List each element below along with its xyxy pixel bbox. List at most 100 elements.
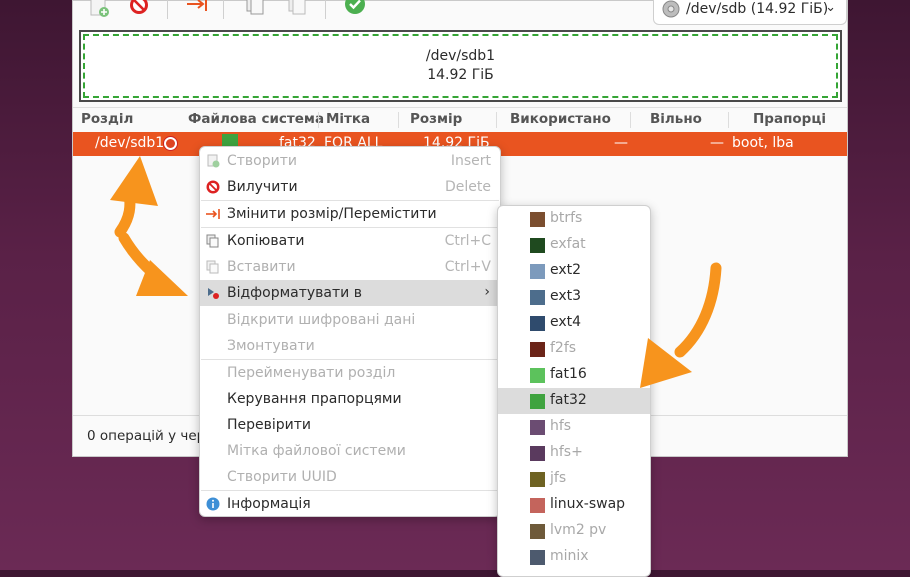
fs-color-swatch (530, 420, 545, 435)
toolbar: /dev/sdb (14.92 ГіБ) ⌄ (73, 0, 847, 29)
fs-color-swatch (530, 238, 545, 253)
menu-item-open-encryption[interactable]: Відкрити шифровані дані (200, 307, 500, 333)
menu-item-new-uuid[interactable]: Створити UUID (200, 464, 500, 490)
status-text: 0 операцій у черзі (87, 428, 217, 444)
col-header-filesystem[interactable]: Файлова система (188, 111, 324, 127)
format-option-label: ext4 (550, 314, 582, 330)
format-option-fat32[interactable]: fat32 (498, 388, 650, 414)
cell-partition: /dev/sdb1 (95, 135, 165, 151)
new-partition-icon[interactable] (87, 0, 111, 19)
col-header-label[interactable]: Мітка (326, 111, 370, 127)
fs-color-swatch (530, 446, 545, 461)
paste-icon[interactable] (285, 0, 309, 19)
menu-item-rename-partition[interactable]: Перейменувати розділ (200, 360, 500, 386)
format-icon (208, 288, 219, 299)
toolbar-separator (223, 0, 224, 19)
fs-color-swatch (530, 550, 545, 565)
cell-flags: boot, lba (732, 135, 794, 151)
col-header-used[interactable]: Використано (510, 111, 611, 127)
menu-item-label: Створити (227, 153, 297, 169)
menu-item-shortcut: Insert (450, 153, 491, 169)
partition-block[interactable]: /dev/sdb1 14.92 ГіБ (83, 34, 838, 98)
format-option-linux-swap[interactable]: linux-swap (498, 492, 650, 518)
copy-icon[interactable] (243, 0, 267, 19)
menu-item-delete[interactable]: Вилучити Delete (200, 174, 500, 200)
format-submenu: btrfs exfat ext2 ext3 ext4 f2fs fat16 fa… (497, 205, 651, 577)
chevron-right-icon: › (484, 284, 490, 300)
col-divider (398, 112, 399, 128)
fs-color-swatch (530, 472, 545, 487)
fs-color-swatch (530, 342, 545, 357)
format-option-label: fat16 (550, 366, 587, 382)
fs-color-swatch (530, 498, 545, 513)
format-option-label: linux-swap (550, 496, 626, 512)
paste-icon (206, 260, 219, 274)
fs-color-swatch (530, 368, 545, 383)
format-option-hfs[interactable]: hfs (498, 414, 650, 440)
partition-map-size: 14.92 ГіБ (427, 67, 494, 83)
col-header-partition[interactable]: Розділ (81, 111, 133, 127)
fs-color-swatch (530, 316, 545, 331)
menu-item-label: Створити UUID (227, 469, 337, 485)
context-menu: Створити Insert Вилучити Delete Змінити … (199, 146, 501, 517)
menu-item-label: Змінити розмір/Перемістити (227, 206, 437, 222)
cell-free: — (710, 135, 724, 151)
col-header-free[interactable]: Вільно (650, 111, 702, 127)
warning-icon (163, 136, 178, 151)
format-option-exfat[interactable]: exfat (498, 232, 650, 258)
menu-item-copy[interactable]: Копіювати Ctrl+C (200, 228, 500, 254)
fs-color-swatch (530, 212, 545, 227)
format-option-ext2[interactable]: ext2 (498, 258, 650, 284)
annotation-arrow-down-left-icon (640, 262, 722, 388)
format-option-label: hfs (550, 418, 572, 434)
fs-color-swatch (530, 264, 545, 279)
menu-item-shortcut: Ctrl+V (444, 259, 491, 275)
menu-item-resize-move[interactable]: Змінити розмір/Перемістити (200, 201, 500, 227)
format-option-minix[interactable]: minix (498, 544, 650, 570)
format-option-label: lvm2 pv (550, 522, 607, 538)
format-option-ext4[interactable]: ext4 (498, 310, 650, 336)
disk-icon (662, 0, 680, 18)
menu-item-label: Копіювати (227, 233, 305, 249)
format-option-fat16[interactable]: fat16 (498, 362, 650, 388)
apply-icon[interactable] (343, 0, 367, 19)
format-option-jfs[interactable]: jfs (498, 466, 650, 492)
menu-item-manage-flags[interactable]: Керування прапорцями (200, 386, 500, 412)
menu-item-label: Вставити (227, 259, 296, 275)
partition-map[interactable]: /dev/sdb1 14.92 ГіБ (79, 30, 842, 102)
menu-item-check[interactable]: Перевірити (200, 412, 500, 438)
partition-map-name: /dev/sdb1 (425, 48, 496, 64)
format-option-label: exfat (550, 236, 586, 252)
menu-item-label: Змонтувати (227, 338, 315, 354)
menu-item-format-to[interactable]: Відформатувати в › (200, 280, 500, 306)
format-option-label: btrfs (550, 210, 583, 226)
menu-item-label: Відформатувати в (227, 285, 362, 301)
menu-item-information[interactable]: Інформація (200, 491, 500, 517)
format-option-f2fs[interactable]: f2fs (498, 336, 650, 362)
menu-item-label: Інформація (227, 496, 311, 512)
menu-item-label: Вилучити (227, 179, 298, 195)
device-selector[interactable]: /dev/sdb (14.92 ГіБ) ⌄ (653, 0, 847, 25)
delete-icon[interactable] (127, 0, 151, 19)
new-partition-icon (207, 154, 220, 168)
fs-color-swatch (530, 290, 545, 305)
menu-item-paste[interactable]: Вставити Ctrl+V (200, 254, 500, 280)
menu-item-mount[interactable]: Змонтувати (200, 333, 500, 359)
cell-used: — (614, 135, 628, 151)
menu-item-create[interactable]: Створити Insert (200, 148, 500, 174)
format-option-label: minix (550, 548, 589, 564)
resize-icon[interactable] (185, 0, 209, 19)
format-option-btrfs[interactable]: btrfs (498, 206, 650, 232)
col-header-size[interactable]: Розмір (410, 111, 462, 127)
menu-item-fs-label[interactable]: Мітка файлової системи (200, 438, 500, 464)
format-option-lvm2-pv[interactable]: lvm2 pv (498, 518, 650, 544)
col-header-flags[interactable]: Прапорці (753, 111, 826, 127)
menu-item-shortcut: Ctrl+C (444, 233, 491, 249)
menu-item-label: Керування прапорцями (227, 391, 402, 407)
toolbar-separator (167, 0, 168, 19)
fs-color-swatch (530, 394, 545, 409)
format-option-hfsplus[interactable]: hfs+ (498, 440, 650, 466)
annotation-arrow-down-right-icon (118, 232, 188, 296)
format-option-ext3[interactable]: ext3 (498, 284, 650, 310)
resize-icon (206, 209, 220, 219)
